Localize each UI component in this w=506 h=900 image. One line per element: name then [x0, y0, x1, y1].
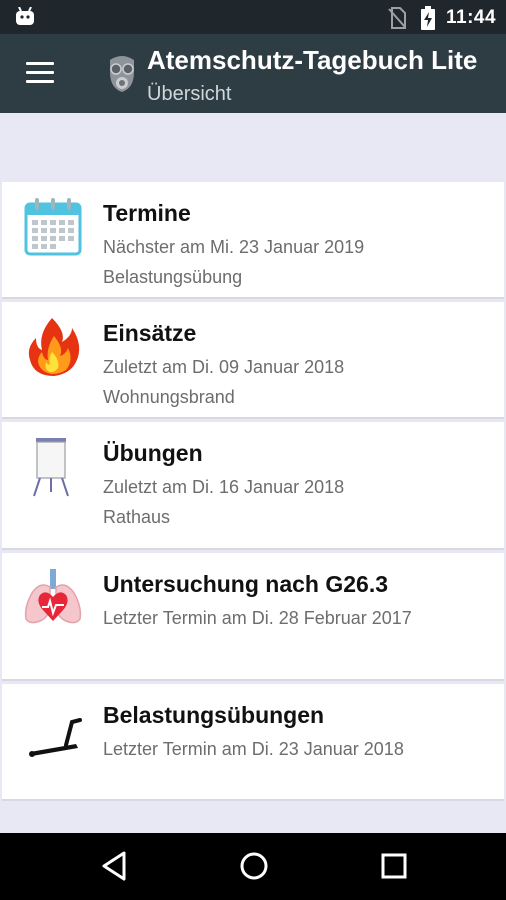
item-subdetail: Wohnungsbrand — [103, 387, 235, 407]
app-bar: Atemschutz-Tagebuch Lite Übersicht — [0, 34, 506, 113]
list-item-belastungsuebungen[interactable]: Belastungsübungen Letzter Termin am Di. … — [2, 684, 504, 801]
clock: 11:44 — [446, 7, 497, 28]
app-title: Atemschutz-Tagebuch Lite — [147, 45, 478, 75]
fire-icon — [28, 318, 80, 376]
list-item-untersuchung[interactable]: Untersuchung nach G26.3 Letzter Termin a… — [2, 553, 504, 681]
gas-mask-logo-icon — [110, 56, 134, 92]
home-icon[interactable] — [239, 850, 269, 882]
list-item-einsaetze[interactable]: Einsätze Zuletzt am Di. 09 Januar 2018 W… — [2, 302, 504, 419]
item-detail: Letzter Termin am Di. 23 Januar 2018 — [103, 739, 404, 759]
recents-icon[interactable] — [380, 850, 408, 882]
item-subdetail: Rathaus — [103, 507, 171, 527]
lungs-heart-icon — [24, 569, 82, 624]
item-subdetail: Belastungsübung — [103, 267, 243, 287]
item-title: Übungen — [103, 440, 203, 466]
system-navigation-bar — [0, 833, 506, 900]
item-detail: Nächster am Mi. 23 Januar 2019 — [103, 237, 365, 257]
app-subtitle: Übersicht — [147, 83, 232, 105]
overview-list: Termine Nächster am Mi. 23 Januar 2019 B… — [2, 182, 504, 804]
flipchart-icon — [33, 438, 69, 497]
android-icon — [16, 7, 34, 25]
hamburger-menu-icon[interactable] — [26, 62, 54, 84]
item-title: Untersuchung nach G26.3 — [103, 571, 389, 597]
list-item-uebungen[interactable]: Übungen Zuletzt am Di. 16 Januar 2018 Ra… — [2, 422, 504, 550]
battery-charging-icon — [421, 6, 435, 30]
treadmill-icon — [29, 718, 82, 757]
list-item-termine[interactable]: Termine Nächster am Mi. 23 Januar 2019 B… — [2, 182, 504, 299]
item-detail: Letzter Termin am Di. 28 Februar 2017 — [103, 608, 412, 628]
back-icon[interactable] — [100, 850, 128, 882]
item-title: Einsätze — [103, 320, 197, 346]
item-title: Belastungsübungen — [103, 702, 325, 728]
item-detail: Zuletzt am Di. 09 Januar 2018 — [103, 357, 345, 377]
item-title: Termine — [103, 200, 191, 226]
no-sim-icon — [388, 7, 406, 29]
calendar-icon — [24, 198, 82, 256]
item-detail: Zuletzt am Di. 16 Januar 2018 — [103, 477, 345, 497]
status-bar: 11:44 — [0, 0, 506, 34]
